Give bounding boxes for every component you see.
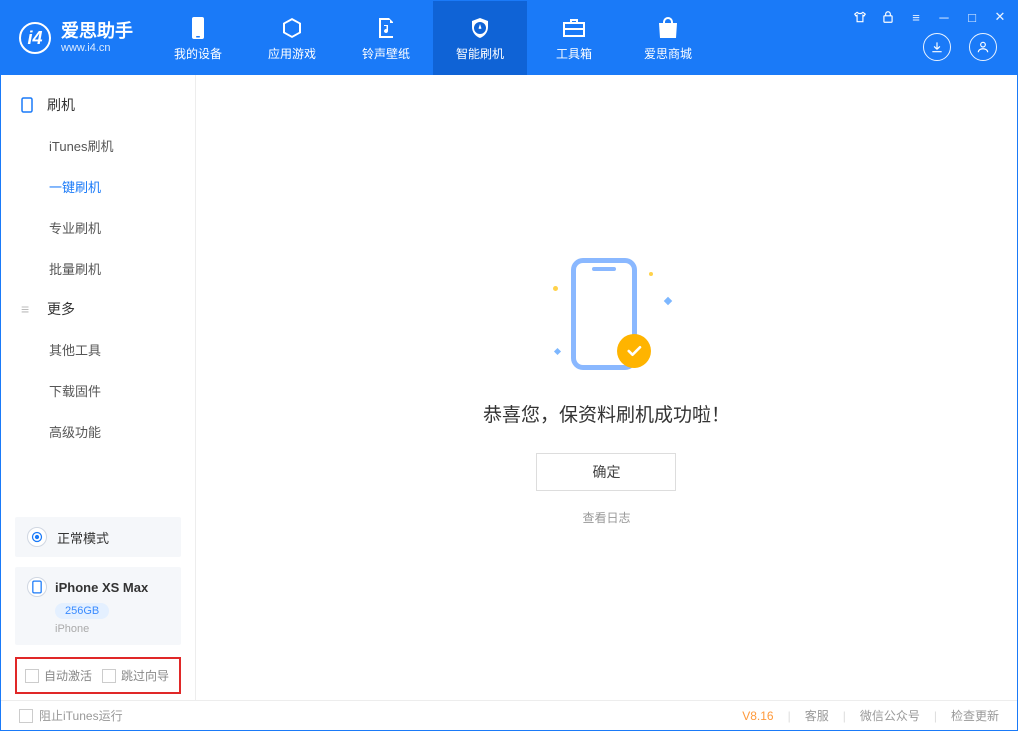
sidebar-item-pro-flash[interactable]: 专业刷机 <box>1 207 195 248</box>
checkbox-auto-activate[interactable]: 自动激活 <box>25 667 92 684</box>
checkbox-icon <box>102 669 116 683</box>
sparkle-icon <box>553 286 558 291</box>
check-badge-icon <box>617 334 651 368</box>
statusbar: 阻止iTunes运行 V8.16 | 客服 | 微信公众号 | 检查更新 <box>1 700 1017 730</box>
menu-icon[interactable]: ≡ <box>907 10 925 25</box>
app-window: i4 爱思助手 www.i4.cn 我的设备 应用游戏 铃声壁纸 智能刷机 <box>0 0 1018 731</box>
nav-smart-flash[interactable]: 智能刷机 <box>433 1 527 75</box>
window-controls: ≡ ─ □ ✕ <box>851 7 1009 27</box>
sidebar-group-flash: 刷机 <box>1 85 195 125</box>
sidebar: 刷机 iTunes刷机 一键刷机 专业刷机 批量刷机 ≡ 更多 其他工具 下载固… <box>1 75 196 700</box>
maximize-button[interactable]: □ <box>963 10 981 25</box>
shield-icon <box>468 15 492 41</box>
close-button[interactable]: ✕ <box>991 9 1009 25</box>
device-storage-badge: 256GB <box>55 603 109 619</box>
checkbox-icon <box>25 669 39 683</box>
device-type: iPhone <box>55 623 169 635</box>
lock-icon[interactable] <box>879 10 897 24</box>
checkbox-block-itunes[interactable]: 阻止iTunes运行 <box>19 707 123 724</box>
titlebar-right: ≡ ─ □ ✕ <box>843 1 1017 75</box>
mode-label: 正常模式 <box>57 528 109 547</box>
checkbox-skip-guide[interactable]: 跳过向导 <box>102 667 169 684</box>
download-icon[interactable] <box>923 33 951 61</box>
nav-ringtone-wallpaper[interactable]: 铃声壁纸 <box>339 1 433 75</box>
sidebar-item-download-firmware[interactable]: 下载固件 <box>1 370 195 411</box>
sidebar-item-advanced[interactable]: 高级功能 <box>1 411 195 452</box>
sparkle-icon <box>554 347 561 354</box>
app-site: www.i4.cn <box>61 42 133 54</box>
sidebar-item-other-tools[interactable]: 其他工具 <box>1 329 195 370</box>
customer-service-link[interactable]: 客服 <box>805 707 829 724</box>
app-name: 爱思助手 <box>61 22 133 40</box>
nav-my-device[interactable]: 我的设备 <box>151 1 245 75</box>
device-name: iPhone XS Max <box>55 580 148 595</box>
music-file-icon <box>375 15 397 41</box>
minimize-button[interactable]: ─ <box>935 10 953 25</box>
device-phone-icon <box>27 577 47 597</box>
mode-card[interactable]: 正常模式 <box>15 517 181 557</box>
sparkle-icon <box>664 296 672 304</box>
user-icon[interactable] <box>969 33 997 61</box>
version-label: V8.16 <box>742 709 773 723</box>
success-panel: 恭喜您，保资料刷机成功啦！ 确定 查看日志 <box>483 250 730 526</box>
view-log-link[interactable]: 查看日志 <box>582 509 630 526</box>
phone-small-icon <box>21 97 37 113</box>
success-illustration <box>531 250 681 380</box>
sparkle-icon <box>649 272 653 276</box>
sidebar-item-onekey-flash[interactable]: 一键刷机 <box>1 166 195 207</box>
success-message: 恭喜您，保资料刷机成功啦！ <box>483 400 730 427</box>
list-icon: ≡ <box>21 301 37 317</box>
body: 刷机 iTunes刷机 一键刷机 专业刷机 批量刷机 ≡ 更多 其他工具 下载固… <box>1 75 1017 700</box>
nav-store[interactable]: 爱思商城 <box>621 1 715 75</box>
nav-toolbox[interactable]: 工具箱 <box>527 1 621 75</box>
phone-icon <box>190 15 206 41</box>
bag-icon <box>657 15 679 41</box>
main-nav: 我的设备 应用游戏 铃声壁纸 智能刷机 工具箱 爱思商城 <box>151 1 715 75</box>
checkbox-icon <box>19 709 33 723</box>
cube-icon <box>280 15 304 41</box>
titlebar: i4 爱思助手 www.i4.cn 我的设备 应用游戏 铃声壁纸 智能刷机 <box>1 1 1017 75</box>
wechat-link[interactable]: 微信公众号 <box>860 707 920 724</box>
sidebar-item-batch-flash[interactable]: 批量刷机 <box>1 248 195 289</box>
logo-icon: i4 <box>19 22 51 54</box>
logo[interactable]: i4 爱思助手 www.i4.cn <box>1 1 151 75</box>
options-highlight-box: 自动激活 跳过向导 <box>15 657 181 694</box>
mode-icon <box>27 527 47 547</box>
ok-button[interactable]: 确定 <box>536 453 676 491</box>
sidebar-item-itunes-flash[interactable]: iTunes刷机 <box>1 125 195 166</box>
main-content: 恭喜您，保资料刷机成功啦！ 确定 查看日志 <box>196 75 1017 700</box>
tshirt-icon[interactable] <box>851 10 869 24</box>
nav-apps-games[interactable]: 应用游戏 <box>245 1 339 75</box>
titlebar-actions <box>923 33 1009 61</box>
sidebar-group-more: ≡ 更多 <box>1 289 195 329</box>
device-card[interactable]: iPhone XS Max 256GB iPhone <box>15 567 181 645</box>
briefcase-icon <box>561 15 587 41</box>
check-update-link[interactable]: 检查更新 <box>951 707 999 724</box>
